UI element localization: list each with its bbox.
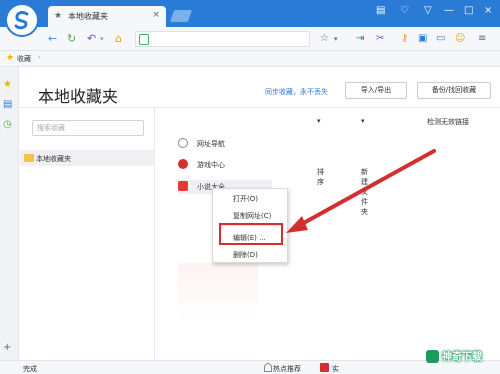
browser-logo[interactable]: [5, 3, 39, 37]
hot-recommend[interactable]: 热点推荐: [273, 364, 301, 374]
status-bar: 完成 热点推荐 实: [0, 360, 500, 374]
arrow-annotation: [286, 149, 436, 233]
news-icon: [320, 363, 329, 372]
status-text: 完成: [23, 365, 37, 373]
hot-icon: [264, 363, 272, 372]
news-label[interactable]: 实: [332, 364, 339, 374]
watermark: 神奇下载: [442, 352, 482, 363]
watermark-logo-icon: [426, 350, 439, 363]
